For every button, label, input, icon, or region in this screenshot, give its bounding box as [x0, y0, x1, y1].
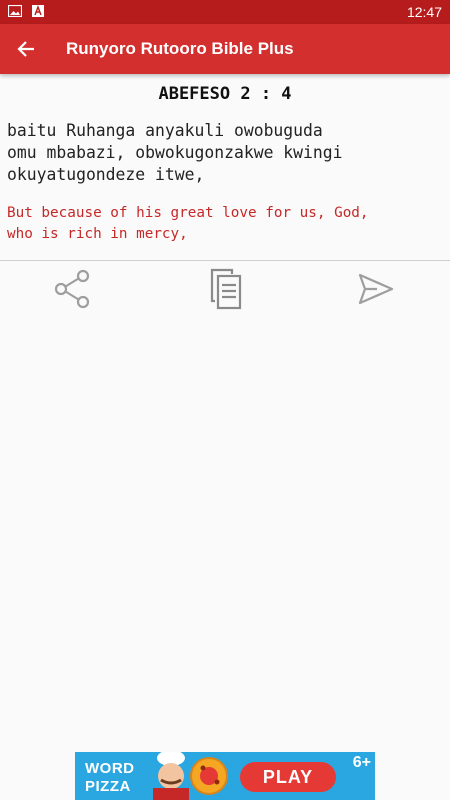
share-button[interactable] [49, 266, 97, 312]
share-icon [54, 269, 90, 309]
status-time: 12:47 [406, 4, 442, 20]
verse-line: baitu Ruhanga anyakuli owobuguda [7, 121, 323, 140]
font-icon [32, 4, 44, 20]
image-icon [7, 4, 23, 20]
ad-banner[interactable]: WORD PIZZA PLAY 6+ [75, 752, 375, 800]
translation-line: But because of his great love for us, Go… [7, 205, 369, 221]
verse-line: omu mbabazi, obwokugonzakwe kwingi [7, 143, 343, 162]
status-bar: 12:47 [0, 0, 450, 24]
translation-line: who is rich in mercy, [7, 226, 188, 242]
ad-chef-image [153, 752, 228, 800]
ad-play-button[interactable]: PLAY [240, 762, 336, 792]
verse-line: okuyatugondeze itwe, [7, 165, 205, 184]
copy-button[interactable] [202, 266, 250, 312]
ad-age-rating: 6+ [352, 754, 371, 771]
app-bar: Runyoro Rutooro Bible Plus [0, 24, 450, 74]
copy-icon [210, 268, 242, 310]
verse-reference: ABEFESO 2 : 4 [158, 84, 292, 104]
back-button[interactable] [0, 24, 52, 74]
arrow-back-icon [17, 41, 34, 57]
ad-title-line1: WORD [85, 760, 135, 777]
action-bar [0, 264, 450, 314]
send-icon [358, 273, 394, 305]
send-button[interactable] [352, 266, 400, 312]
ad-title-line2: PIZZA [85, 778, 131, 795]
app-title: Runyoro Rutooro Bible Plus [66, 39, 294, 58]
verse-text: baitu Ruhanga anyakuli owobuguda omu mba… [7, 120, 443, 186]
divider [0, 260, 450, 261]
verse-translation: But because of his great love for us, Go… [7, 203, 443, 245]
